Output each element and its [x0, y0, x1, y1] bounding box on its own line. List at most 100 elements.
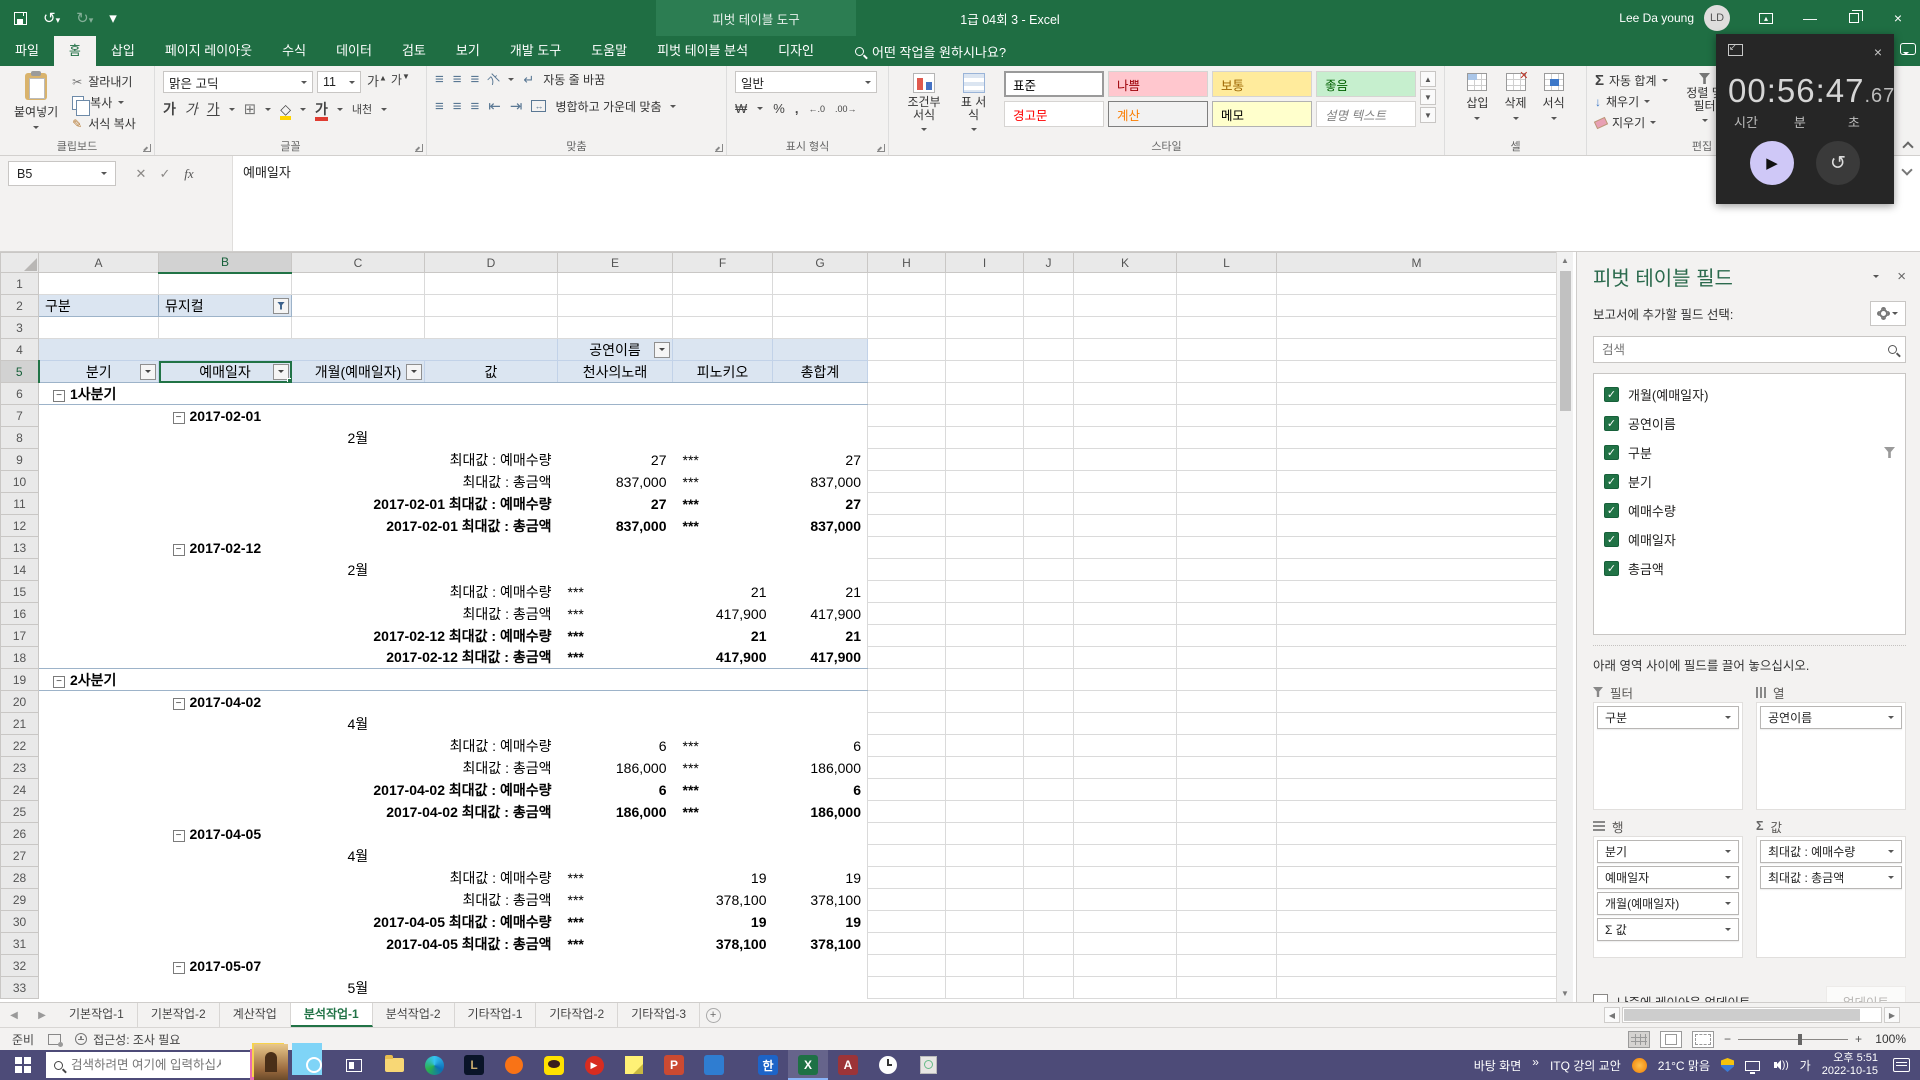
values-area[interactable]: 최대값 : 예매수량 최대값 : 총금액	[1756, 836, 1906, 958]
cell-I9[interactable]	[945, 448, 1024, 471]
cell-M7[interactable]	[1276, 404, 1557, 427]
cell-J29[interactable]	[1023, 888, 1074, 911]
cell-K14[interactable]	[1073, 558, 1177, 581]
cell-A5[interactable]: 분기	[38, 360, 159, 383]
filter-dropdown-icon[interactable]	[140, 363, 156, 380]
cell-F7[interactable]	[673, 405, 773, 427]
cell-G11[interactable]: 27	[773, 493, 868, 515]
cell-H1[interactable]	[867, 272, 946, 295]
cell-F15[interactable]: 21	[673, 581, 773, 603]
cell-H9[interactable]	[867, 448, 946, 471]
cell-I2[interactable]	[945, 294, 1024, 317]
cell-M15[interactable]	[1276, 580, 1557, 603]
cell-L21[interactable]	[1176, 712, 1277, 735]
cell-K25[interactable]	[1073, 800, 1177, 823]
cell-A24[interactable]: 2017-04-02 최대값 : 예매수량	[39, 779, 558, 801]
cell-L33[interactable]	[1176, 976, 1277, 999]
filters-area[interactable]: 구분	[1593, 702, 1743, 810]
cell-I1[interactable]	[945, 272, 1024, 295]
cell-E30[interactable]: ***	[558, 911, 673, 933]
cell-K33[interactable]	[1073, 976, 1177, 999]
cell-E12[interactable]: 837,000	[558, 515, 673, 537]
row-header-3[interactable]: 3	[0, 316, 39, 339]
cell-K20[interactable]	[1073, 690, 1177, 713]
cell-E29[interactable]: ***	[558, 889, 673, 911]
fill-button[interactable]: ↓ 채우기	[1595, 92, 1668, 111]
clock[interactable]: 오후 5:51 2022-10-15	[1822, 1052, 1878, 1078]
align-middle-icon[interactable]: ≡	[453, 71, 462, 88]
cell-D5[interactable]: 값	[424, 360, 558, 383]
cell-H27[interactable]	[867, 844, 946, 867]
cell-A11[interactable]: 2017-02-01 최대값 : 예매수량	[39, 493, 558, 515]
cell-I17[interactable]	[945, 624, 1024, 647]
cell-D14[interactable]	[425, 559, 558, 581]
cell-K13[interactable]	[1073, 536, 1177, 559]
name-box[interactable]: B5	[8, 161, 116, 186]
align-bottom-icon[interactable]: ≡	[471, 71, 480, 88]
cell-A9[interactable]	[39, 449, 425, 471]
zoom-slider[interactable]	[1798, 1033, 1803, 1045]
chip-dropdown-icon[interactable]	[1725, 876, 1731, 882]
cell-C3[interactable]	[291, 316, 425, 339]
cell-L13[interactable]	[1176, 536, 1277, 559]
cell-F2[interactable]	[672, 294, 773, 317]
desktop-toolbar-label[interactable]: 바탕 화면	[1474, 1057, 1522, 1074]
format-painter-button[interactable]: ✎ 서식 복사	[72, 115, 136, 132]
cell-C8[interactable]: 2월	[292, 427, 425, 449]
increase-indent-icon[interactable]: ⇥	[510, 97, 523, 115]
column-header-J[interactable]: J	[1023, 252, 1074, 273]
cell-I8[interactable]	[945, 426, 1024, 449]
cell-H13[interactable]	[867, 536, 946, 559]
photos-app-icon[interactable]	[694, 1050, 734, 1080]
cell-M14[interactable]	[1276, 558, 1557, 581]
cell-F26[interactable]	[673, 823, 773, 845]
cell-L6[interactable]	[1176, 382, 1277, 405]
field-item-예매수량[interactable]: ✓ 예매수량	[1598, 496, 1901, 525]
zoom-out-button[interactable]: −	[1724, 1032, 1731, 1046]
cell-G16[interactable]: 417,900	[773, 603, 868, 625]
cell-M13[interactable]	[1276, 536, 1557, 559]
column-header-G[interactable]: G	[772, 252, 868, 273]
collapse-icon[interactable]: −	[172, 697, 185, 710]
percent-style-button[interactable]: %	[773, 101, 785, 116]
cell-L17[interactable]	[1176, 624, 1277, 647]
cell-K1[interactable]	[1073, 272, 1177, 295]
cell-M12[interactable]	[1276, 514, 1557, 537]
cell-G26[interactable]	[773, 823, 868, 845]
area-field-chip-구분[interactable]: 구분	[1597, 706, 1739, 729]
cell-C2[interactable]	[291, 294, 425, 317]
cell-style-보통[interactable]: 보통	[1212, 71, 1312, 97]
row-header-26[interactable]: 26	[0, 822, 39, 845]
cell-A21[interactable]	[39, 713, 292, 735]
hidden-icons-chevron[interactable]: »	[1532, 1055, 1539, 1069]
cell-H24[interactable]	[867, 778, 946, 801]
comments-icon[interactable]	[1900, 43, 1916, 55]
cell-H20[interactable]	[867, 690, 946, 713]
weather-icon[interactable]	[1631, 1057, 1647, 1073]
row-header-16[interactable]: 16	[0, 602, 39, 625]
field-checkbox[interactable]: ✓	[1604, 416, 1619, 431]
cell-K6[interactable]	[1073, 382, 1177, 405]
cell-E13[interactable]	[558, 537, 673, 559]
cell-J26[interactable]	[1023, 822, 1074, 845]
chip-dropdown-icon[interactable]	[1888, 716, 1894, 722]
cell-H21[interactable]	[867, 712, 946, 735]
cell-style-계산[interactable]: 계산	[1108, 101, 1208, 127]
cell-E1[interactable]	[557, 272, 673, 295]
cell-J28[interactable]	[1023, 866, 1074, 889]
cell-A19[interactable]: −2사분기	[38, 668, 868, 691]
cell-K22[interactable]	[1073, 734, 1177, 757]
cell-H29[interactable]	[867, 888, 946, 911]
cell-J2[interactable]	[1023, 294, 1074, 317]
cell-J8[interactable]	[1023, 426, 1074, 449]
cell-A23[interactable]	[39, 757, 425, 779]
cell-I27[interactable]	[945, 844, 1024, 867]
cell-F33[interactable]	[673, 977, 773, 999]
cell-M2[interactable]	[1276, 294, 1557, 317]
borders-button[interactable]: ⊞	[244, 100, 257, 118]
clear-button[interactable]: 지우기	[1593, 113, 1668, 132]
cell-J32[interactable]	[1023, 954, 1074, 977]
font-dialog-launcher[interactable]	[415, 144, 423, 152]
cell-L15[interactable]	[1176, 580, 1277, 603]
chip-dropdown-icon[interactable]	[1725, 928, 1731, 934]
